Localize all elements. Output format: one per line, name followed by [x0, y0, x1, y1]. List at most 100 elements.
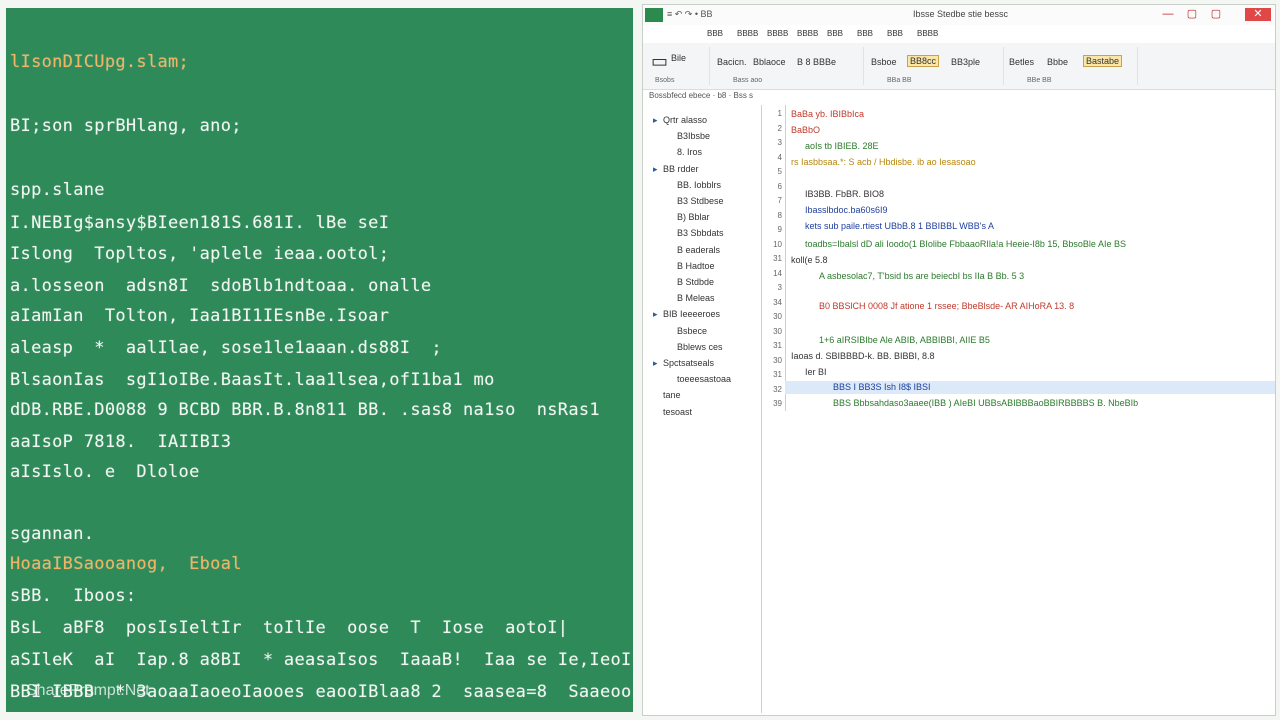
tree-item[interactable]: B Stdbde: [667, 277, 714, 287]
code-line[interactable]: Iaoas d. SBIBBBD-k. BB. BIBBI, 8.8: [791, 351, 935, 361]
code-editor[interactable]: 1 2 3 4 5 6 7 8 9 10 31 14 3 34 30 30 31 30 31 32 39 BaBa yb…: [763, 105, 1275, 713]
file-button[interactable]: Bile: [671, 53, 686, 63]
line-number: 31: [773, 341, 782, 350]
ribbon-button-highlighted[interactable]: Bastabe: [1083, 55, 1123, 67]
code-line[interactable]: toadbs=Ibalsl dD ali Ioodo(1 BIolibe Fbb…: [805, 239, 1126, 249]
tree-item[interactable]: ▸ BIB Ieeeeroes: [653, 309, 720, 320]
code-line[interactable]: BBS I BB3S Ish I8$ IBSI: [833, 382, 931, 392]
ribbon-tab[interactable]: BBB: [707, 29, 723, 38]
ribbon-tab[interactable]: BBBB: [917, 29, 938, 38]
code-line[interactable]: koll(e 5.8: [791, 255, 828, 265]
code-line[interactable]: kets sub paile.rtiest UBbB.8 1 BBIBBL WB…: [805, 221, 994, 231]
code-line[interactable]: Ier BI: [805, 367, 827, 377]
ribbon-button-highlighted[interactable]: BB8cc: [907, 55, 940, 67]
tree-item[interactable]: B eaderals: [667, 245, 720, 255]
console-line: sgannan.: [10, 524, 95, 544]
console-line: BI;son sprBHlang, ano;: [10, 116, 242, 136]
tree-item-label: BB. Iobblrs: [677, 179, 722, 190]
ribbon-button[interactable]: B 8 BBBe: [797, 57, 836, 67]
ribbon-group-edit: Bacicn. Bblaoce B 8 BBBe Bass aoo: [713, 47, 864, 85]
ide-window: ≡ ↶ ↷ • BB Ibsse Stedbe stie bessc — ▢ ▢…: [642, 4, 1276, 716]
ribbon-button[interactable]: Bacicn.: [717, 57, 747, 67]
page-icon[interactable]: ▭: [651, 51, 668, 72]
ribbon-button[interactable]: BB3ple: [951, 57, 980, 67]
tree-item-label: BB rdder: [663, 163, 699, 174]
code-line[interactable]: A asbesolac7, T'bsid bs are beiecbI bs I…: [819, 271, 1024, 281]
tree-item-label: 8. Iros: [677, 147, 703, 158]
tree-item[interactable]: Bsbece: [667, 326, 707, 336]
expand-arrow-icon[interactable]: ▸: [653, 115, 663, 126]
quick-access-toolbar[interactable]: ≡ ↶ ↷ • BB: [667, 9, 713, 20]
tree-item[interactable]: B) Bblar: [667, 212, 710, 222]
title-bar: ≡ ↶ ↷ • BB Ibsse Stedbe stie bessc — ▢ ▢…: [643, 5, 1275, 25]
tree-item-label: B) Bblar: [677, 212, 710, 223]
tree-item[interactable]: BB. Iobblrs: [667, 180, 721, 190]
app-icon[interactable]: [645, 8, 663, 22]
ribbon-tab[interactable]: BBBB: [737, 29, 758, 38]
console-line: a.losseon adsn8I sdoBlb1ndtoaa. onalle: [10, 276, 432, 296]
tree-item[interactable]: ▸ Spctsatseals: [653, 358, 714, 369]
line-number: 14: [773, 268, 782, 278]
ribbon-button[interactable]: Betles: [1009, 57, 1034, 67]
line-number: 10: [773, 239, 782, 249]
ribbon-tab[interactable]: BBBB: [797, 29, 818, 38]
code-line[interactable]: rs Iasbbsaa.*: S acb / Hbdisbe. ib ao Ie…: [791, 157, 976, 167]
line-number: 3: [777, 138, 782, 147]
ribbon-tab[interactable]: BBB: [857, 29, 873, 38]
console-line: BsL aBF8 posIsIeltIr toIlIe oose T Iose …: [10, 618, 569, 638]
tree-item[interactable]: B3 Sbbdats: [667, 228, 724, 238]
tree-item-label: Bblews ces: [677, 341, 723, 352]
close-icon[interactable]: ✕: [1245, 8, 1271, 21]
console-line: aaIsoP 7818. IAIIBI3: [10, 432, 232, 452]
tree-item[interactable]: B3 Stdbese: [667, 196, 724, 206]
code-line[interactable]: 1+6 aIRSIBIbe Ale ABIB, ABBIBBI, AIIE B5: [819, 335, 990, 345]
ribbon-tab[interactable]: BBB: [827, 29, 843, 38]
ribbon-tab[interactable]: BBB: [887, 29, 903, 38]
solution-explorer: ▸ Qrtr alasso B3Ibsbe 8. Iros ▸ BB rdder BB. I…: [647, 105, 762, 713]
tree-item-label: B3 Sbbdats: [677, 228, 724, 239]
tree-item[interactable]: B Hadtoe: [667, 261, 715, 271]
ribbon-group-file: ▭ Bile Bsobs: [647, 47, 710, 85]
tree-item[interactable]: toeeesastoaa: [667, 374, 731, 384]
console-panel: lIsonDICUpg.slam; BI;son sprBHlang, ano; s…: [6, 8, 633, 712]
group-label: BBe BB: [1027, 77, 1052, 84]
restore-icon[interactable]: ▢: [1185, 8, 1199, 21]
code-line[interactable]: BaBa yb. IBIBbIca: [791, 109, 864, 119]
tree-item[interactable]: tesoast: [653, 407, 692, 417]
tree-item[interactable]: tane: [653, 390, 681, 400]
tree-item-label: B eaderals: [677, 244, 721, 255]
ribbon-button[interactable]: Bsboe: [871, 57, 897, 67]
ribbon-button[interactable]: Bbbe: [1047, 57, 1068, 67]
tree-item-label: tane: [663, 390, 681, 401]
tree-item-label: BIB Ieeeeroes: [663, 309, 721, 320]
code-line[interactable]: B0 BBSlCH 0008 Jf atione 1 rssee; BbeBls…: [819, 301, 1074, 311]
line-number: 2: [777, 123, 782, 133]
code-line[interactable]: BaBbO: [791, 125, 820, 135]
line-number-gutter: 1 2 3 4 5 6 7 8 9 10 31 14 3 34 30 30 31 30 31 32 39: [763, 105, 786, 411]
tree-item-label: B3 Stdbese: [677, 196, 724, 206]
code-line[interactable]: aoIs tb IBIEB. 28E: [805, 141, 879, 151]
ribbon-button[interactable]: Bblaoce: [753, 57, 786, 67]
code-line[interactable]: Ibasslbdoc.ba60s6I9: [805, 205, 888, 215]
expand-arrow-icon[interactable]: ▸: [653, 358, 663, 369]
tree-item[interactable]: 8. Iros: [667, 147, 702, 157]
group-label: Bsobs: [655, 77, 675, 84]
console-line: lIsonDICUpg.slam;: [10, 52, 190, 72]
maximize-icon[interactable]: ▢: [1209, 8, 1223, 21]
tree-item[interactable]: B3Ibsbe: [667, 131, 710, 141]
expand-arrow-icon[interactable]: ▸: [653, 309, 663, 320]
code-line[interactable]: IB3BB. FbBR. BIO8: [805, 189, 884, 199]
line-number: 3: [777, 283, 782, 292]
tree-item-label: Qrtr alasso: [663, 115, 708, 125]
tree-item[interactable]: ▸ BB rdder: [653, 164, 699, 175]
minimize-icon[interactable]: —: [1161, 8, 1175, 21]
code-area[interactable]: BaBa yb. IBIBbIca BaBbO aoIs tb IBIEB. 28E…: [785, 105, 1275, 713]
ribbon-tab[interactable]: BBBB: [767, 29, 788, 38]
tree-item-label: toeeesastoaa: [677, 374, 732, 385]
expand-arrow-icon[interactable]: ▸: [653, 164, 663, 175]
breadcrumb[interactable]: Bossbfecd ebece · b8 · Bss s: [649, 91, 753, 100]
tree-item[interactable]: ▸ Qrtr alasso: [653, 115, 707, 126]
tree-item[interactable]: B Meleas: [667, 293, 715, 303]
tree-item[interactable]: Bblews ces: [667, 342, 723, 352]
code-line[interactable]: BBS Bbbsahdaso3aaee(IBB ) AIeBI UBBsABIB…: [833, 398, 1138, 408]
